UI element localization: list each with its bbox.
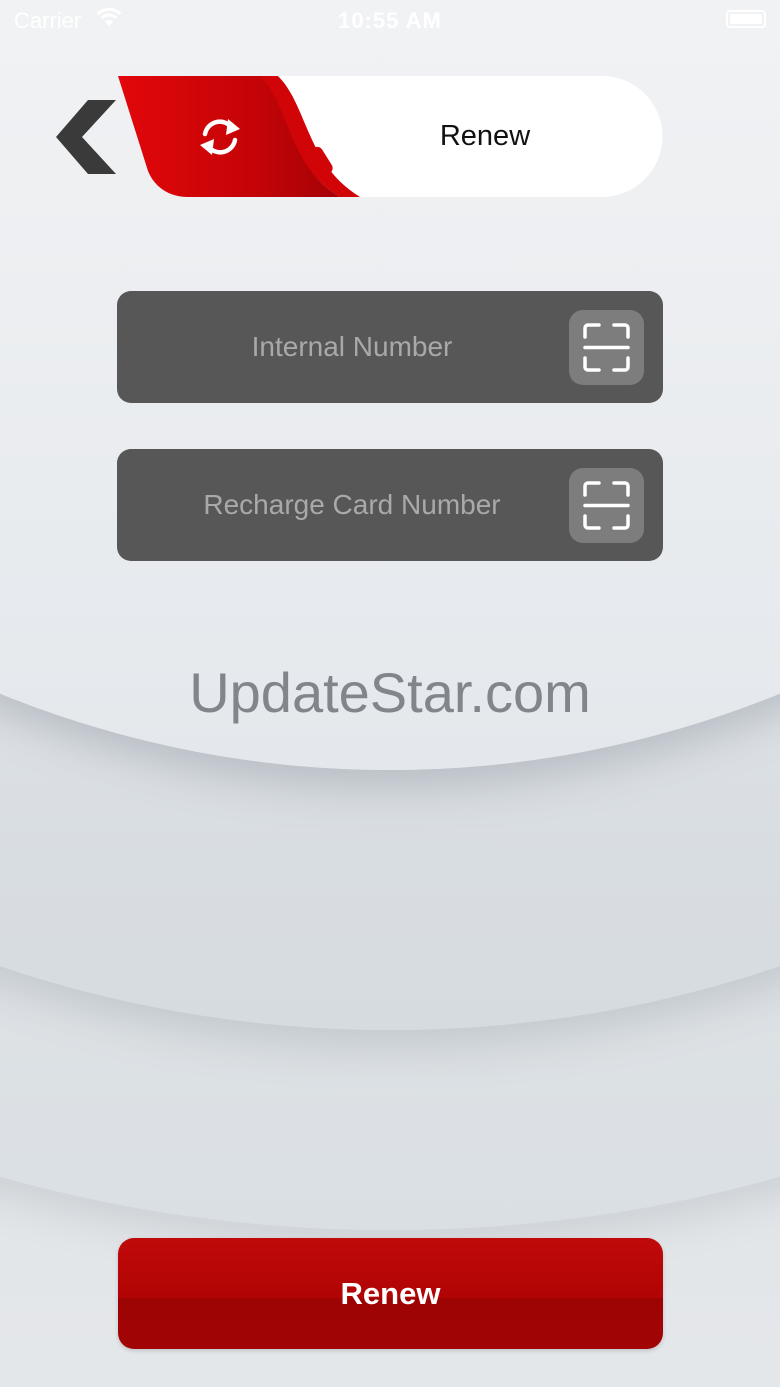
scan-icon — [583, 323, 630, 372]
status-time: 10:55 AM — [338, 8, 442, 33]
battery-icon — [726, 10, 766, 28]
renew-button[interactable]: Renew — [118, 1238, 663, 1349]
recharge-card-number-field[interactable]: Recharge Card Number — [117, 449, 663, 561]
scan-internal-number-button[interactable] — [569, 310, 644, 385]
chevron-left-icon — [56, 100, 116, 174]
scan-recharge-card-button[interactable] — [569, 468, 644, 543]
internal-number-field[interactable]: Internal Number — [117, 291, 663, 403]
scan-icon — [583, 481, 630, 530]
status-bar: Carrier 10:55 AM — [0, 0, 780, 40]
back-button[interactable] — [54, 98, 120, 176]
internal-number-placeholder: Internal Number — [251, 331, 453, 362]
page-title: Renew — [439, 120, 531, 152]
watermark: UpdateStar.com — [189, 661, 591, 724]
recharge-card-number-placeholder: Recharge Card Number — [203, 489, 501, 520]
renew-button-label: Renew — [340, 1276, 441, 1311]
